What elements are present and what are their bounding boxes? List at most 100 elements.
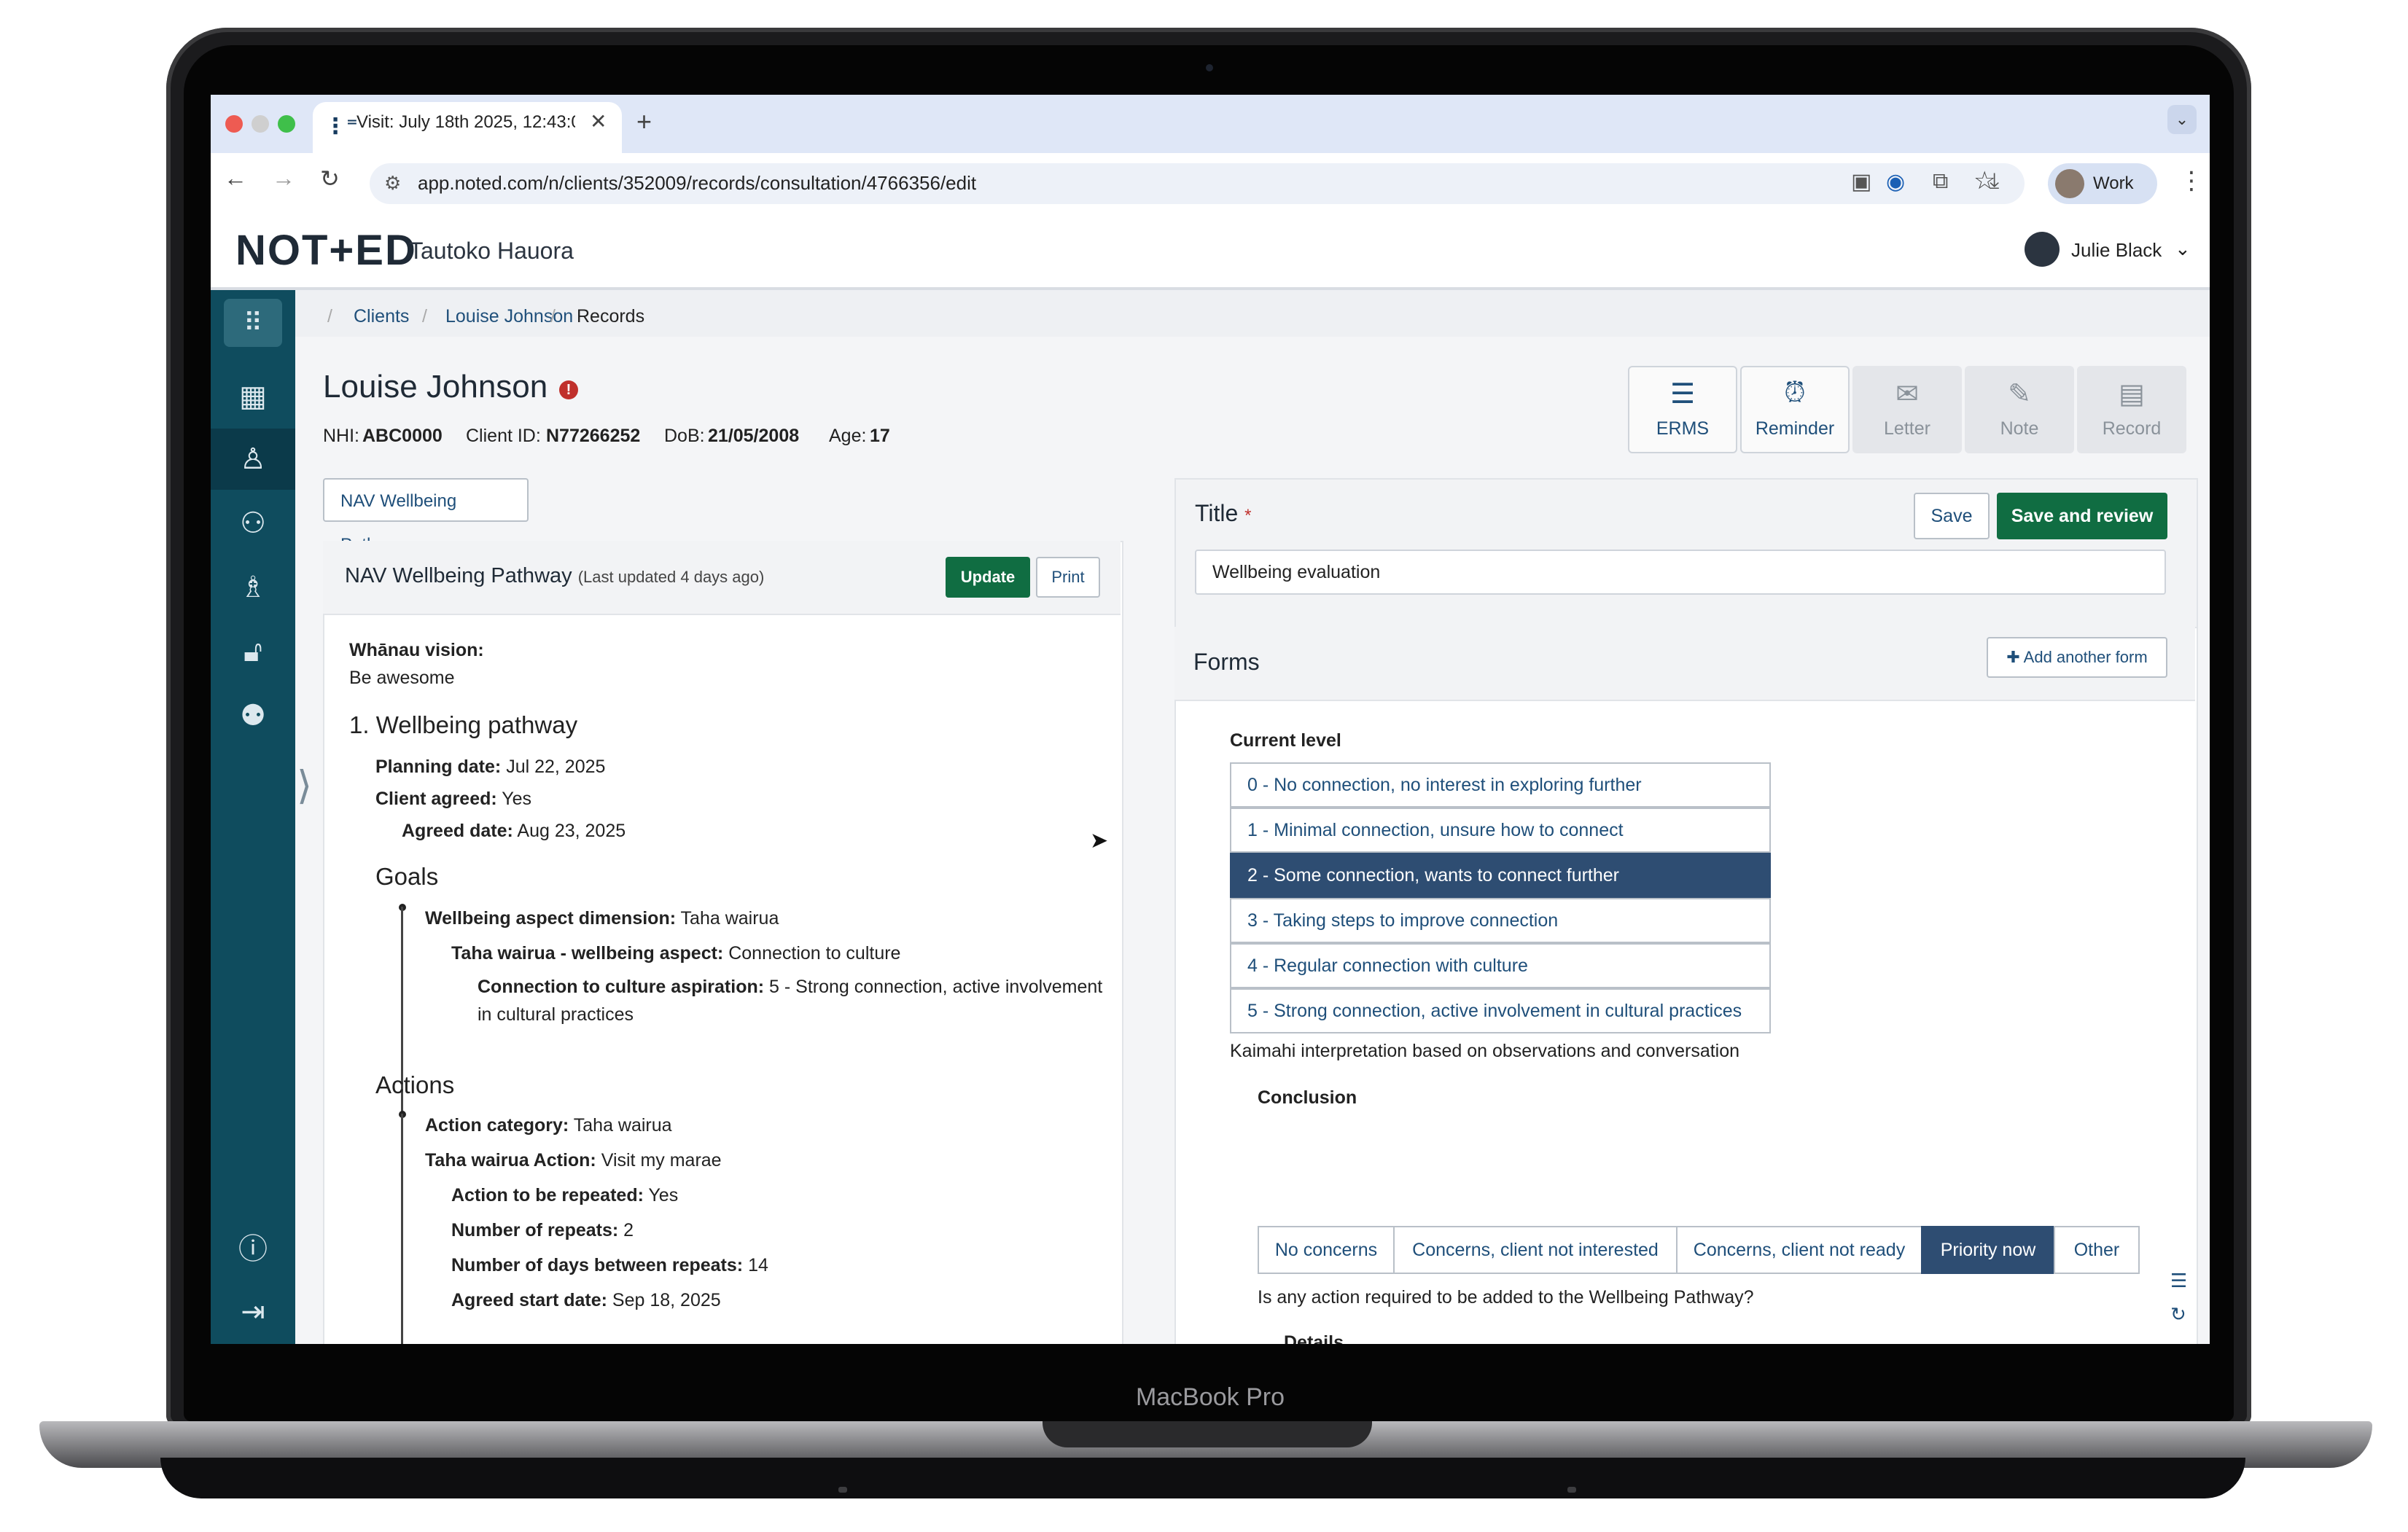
sidebar-expand-icon[interactable]: ⟩: [297, 762, 312, 808]
groups-icon[interactable]: ⚇: [211, 493, 295, 554]
level-option-4[interactable]: 4 - Regular connection with culture: [1230, 943, 1771, 988]
profile-label: Work: [2093, 173, 2134, 193]
app-grid-icon[interactable]: ⠿: [224, 299, 282, 347]
client-icon[interactable]: ♙: [211, 429, 295, 490]
alert-icon[interactable]: !: [559, 380, 578, 399]
new-tab-icon[interactable]: +: [636, 106, 652, 137]
note-label: Note: [2000, 418, 2039, 439]
profile-avatar: [2055, 169, 2084, 198]
title-input[interactable]: Wellbeing evaluation: [1195, 550, 2166, 595]
noted-logo[interactable]: NOT+ED: [235, 226, 417, 275]
number-of-repeats-value: 2: [623, 1220, 634, 1240]
chevron-down-icon[interactable]: ⌄: [2175, 238, 2191, 260]
laptop-base-bottom: [160, 1458, 2245, 1498]
action-question: Is any action required to be added to th…: [1258, 1287, 1754, 1308]
nhi-value: ABC0000: [362, 426, 443, 446]
conclusion-option-4[interactable]: Other: [2054, 1226, 2140, 1274]
days-between-repeats-label: Number of days between repeats:: [451, 1255, 744, 1275]
org-name: Tautoko Hauora: [409, 238, 574, 264]
logout-icon[interactable]: ⇥: [211, 1281, 295, 1343]
add-another-form-button[interactable]: ✚ Add another form: [1987, 637, 2167, 678]
goal-aspiration-value: 5 - Strong connection, active involvemen…: [769, 977, 1103, 997]
device-model-label: MacBook Pro: [1135, 1383, 1285, 1411]
conclusion-option-3[interactable]: Priority now: [1921, 1226, 2055, 1274]
planning-date-label: Planning date:: [375, 757, 502, 777]
back-icon[interactable]: ←: [224, 165, 247, 192]
client-id-value: N77266252: [546, 426, 641, 446]
tab-search-icon[interactable]: ⌄: [2167, 105, 2197, 134]
conclusion-option-2[interactable]: Concerns, client not ready: [1676, 1226, 1922, 1274]
days-between-repeats-value: 14: [748, 1255, 768, 1275]
level-option-1[interactable]: 1 - Minimal connection, unsure how to co…: [1230, 808, 1771, 853]
close-window-icon[interactable]: [225, 115, 243, 133]
team-icon[interactable]: ⚉: [211, 685, 295, 746]
level-option-0[interactable]: 0 - No connection, no interest in explor…: [1230, 762, 1771, 808]
action-category: Action category: Taha wairua: [425, 1115, 672, 1136]
level-option-3[interactable]: 3 - Taking steps to improve connection: [1230, 898, 1771, 943]
title-label-text: Title: [1195, 500, 1239, 526]
save-and-review-button[interactable]: Save and review: [1997, 493, 2167, 539]
site-settings-icon[interactable]: ⚙: [384, 172, 401, 195]
erms-icon: ☰: [1669, 379, 1696, 410]
dashboard-icon[interactable]: ▦: [211, 366, 295, 427]
lock-icon[interactable]: 🔓︎: [211, 621, 295, 682]
add-another-form-label: Add another form: [2023, 648, 2148, 666]
browser-menu-icon[interactable]: ⋮: [2179, 166, 2204, 195]
breadcrumb-separator: /: [327, 306, 332, 327]
goals-heading: Goals: [375, 863, 439, 890]
action-repeated-label: Action to be repeated:: [451, 1185, 644, 1205]
wellbeing-pathway-heading: 1. Wellbeing pathway: [349, 711, 578, 738]
days-between-repeats: Number of days between repeats: 14: [451, 1255, 768, 1276]
help-icon[interactable]: ⓘ: [211, 1219, 295, 1280]
reminder-button[interactable]: ⏰︎ Reminder: [1740, 366, 1850, 453]
user-name[interactable]: Julie Black: [2071, 239, 2162, 262]
nhi-label: NHI:: [323, 426, 359, 446]
tab-title: Visit: July 18th 2025, 12:43:0: [356, 112, 575, 132]
record-button[interactable]: ▤ Record: [2077, 366, 2186, 453]
pathway-dropdown[interactable]: NAV Wellbeing Pathway ▾: [323, 478, 529, 555]
user-avatar-icon[interactable]: [2025, 232, 2060, 267]
url-text[interactable]: app.noted.com/n/clients/352009/records/c…: [418, 172, 976, 195]
download-icon[interactable]: ⤓: [1990, 169, 1999, 194]
extensions-puzzle-icon[interactable]: ⧉: [1933, 169, 1948, 194]
extension-icon[interactable]: ▣: [1851, 169, 1871, 195]
details-label: Details: [1284, 1332, 1344, 1344]
goal-aspect-value: Connection to culture: [728, 943, 901, 964]
pathway-card-title: NAV Wellbeing Pathway (Last updated 4 da…: [345, 564, 764, 588]
update-button[interactable]: Update: [946, 557, 1030, 598]
forward-icon[interactable]: →: [272, 165, 295, 192]
save-button[interactable]: Save: [1914, 493, 1990, 539]
alarm-clock-icon: ⏰︎: [1784, 378, 1806, 408]
conclusion-option-0[interactable]: No concerns: [1258, 1226, 1395, 1274]
staff-icon[interactable]: ♗: [211, 557, 295, 618]
level-option-2[interactable]: 2 - Some connection, wants to connect fu…: [1230, 853, 1771, 898]
client-agreed-value: Yes: [502, 789, 531, 809]
refresh-icon[interactable]: ↻: [2170, 1303, 2186, 1326]
breadcrumb-clients[interactable]: Clients: [354, 306, 409, 327]
fullscreen-window-icon[interactable]: [278, 115, 295, 133]
list-icon[interactable]: ☰: [2170, 1270, 2187, 1292]
minimize-window-icon[interactable]: [252, 115, 269, 133]
close-tab-icon[interactable]: ✕: [590, 109, 607, 133]
current-level-label: Current level: [1230, 730, 1341, 751]
erms-button[interactable]: ☰ ERMS: [1628, 366, 1737, 453]
reload-icon[interactable]: ↻: [320, 165, 340, 192]
dob-label: DoB:: [664, 426, 705, 446]
action-item: Taha wairua Action: Visit my marae: [425, 1150, 722, 1171]
erms-label: ERMS: [1656, 418, 1710, 439]
screen: ⋮⁼ Visit: July 18th 2025, 12:43:0 ✕ + ⌄ …: [211, 95, 2210, 1344]
goal-dimension-label: Wellbeing aspect dimension:: [425, 908, 677, 929]
password-manager-icon[interactable]: ◉: [1886, 169, 1905, 195]
conclusion-option-1[interactable]: Concerns, client not interested: [1393, 1226, 1678, 1274]
reminder-label: Reminder: [1755, 418, 1835, 439]
record-label: Record: [2102, 418, 2162, 439]
planning-date-value: Jul 22, 2025: [506, 757, 606, 777]
client-agreed-label: Client agreed:: [375, 789, 497, 809]
action-item-value: Visit my marae: [601, 1150, 722, 1171]
letter-button[interactable]: ✉ Letter: [1852, 366, 1962, 453]
note-button[interactable]: ✎ Note: [1965, 366, 2074, 453]
goal-aspect-label: Taha wairua - wellbeing aspect:: [451, 943, 724, 964]
age-value: 17: [870, 426, 890, 446]
print-button[interactable]: Print: [1036, 557, 1100, 598]
level-option-5[interactable]: 5 - Strong connection, active involvemen…: [1230, 988, 1771, 1033]
